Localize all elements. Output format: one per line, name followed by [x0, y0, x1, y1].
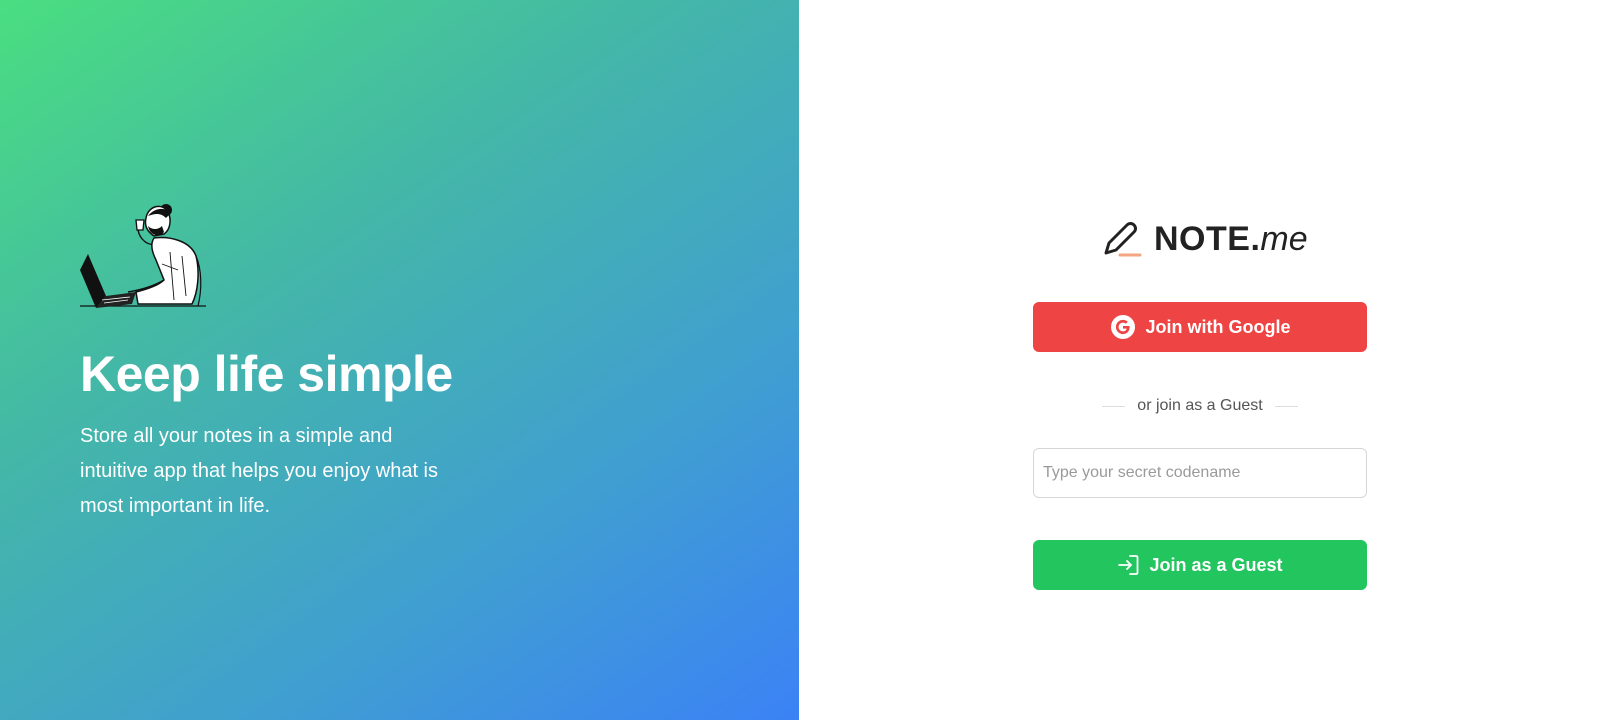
join-with-google-button[interactable]: Join with Google	[1033, 302, 1367, 352]
divider-line-left	[1102, 405, 1126, 407]
guest-divider: or join as a Guest	[1102, 395, 1298, 417]
hero-title: Keep life simple	[80, 346, 453, 402]
app-logo: NOTE.me	[1102, 216, 1308, 262]
logo-name-strong: NOTE.	[1154, 220, 1261, 258]
join-as-guest-label: Join as a Guest	[1149, 554, 1283, 575]
join-as-guest-button[interactable]: Join as a Guest	[1033, 540, 1367, 590]
sign-in-icon	[1117, 554, 1139, 576]
hero-panel: Keep life simple Store all your notes in…	[0, 0, 799, 720]
secret-codename-input[interactable]	[1033, 448, 1367, 498]
divider-line-right	[1274, 405, 1298, 407]
auth-panel	[799, 0, 1600, 720]
join-with-google-label: Join with Google	[1145, 316, 1291, 337]
hero-description: Store all your notes in a simple and int…	[80, 425, 438, 517]
divider-text: or join as a Guest	[1137, 397, 1263, 414]
logo-name-em: me	[1260, 220, 1308, 258]
person-with-laptop-illustration	[80, 204, 206, 308]
google-icon	[1110, 314, 1136, 340]
pencil-icon	[1104, 222, 1142, 257]
logo-text: NOTE.me	[1154, 216, 1308, 262]
